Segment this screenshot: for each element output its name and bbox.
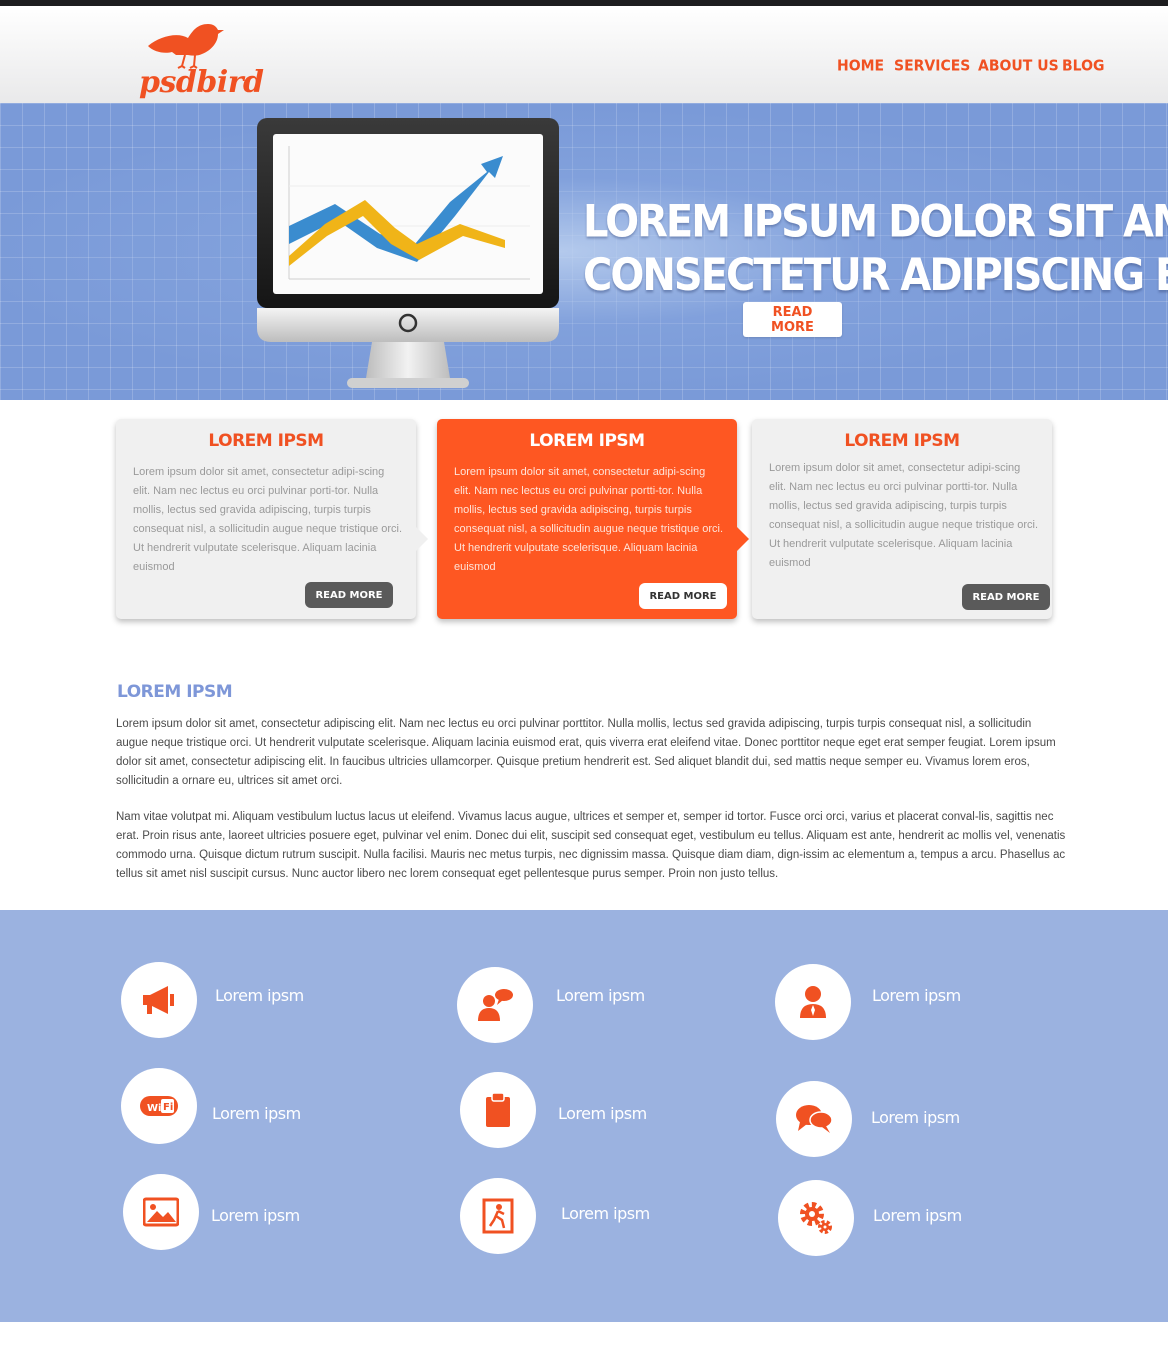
card-pointer bbox=[416, 527, 428, 551]
svg-text:Wi: Wi bbox=[147, 1103, 161, 1114]
nav-home[interactable]: HOME bbox=[837, 57, 884, 75]
feature-label: Lorem ipsm bbox=[212, 1104, 301, 1123]
feature-label: Lorem ipsm bbox=[872, 986, 961, 1005]
card-pointer bbox=[737, 527, 749, 551]
card-title: LOREM IPSM bbox=[844, 431, 960, 451]
wifi-icon: Wi Fi bbox=[121, 1068, 197, 1144]
gear-icon bbox=[778, 1180, 854, 1256]
monitor-chart-illustration bbox=[257, 118, 559, 388]
feature-card-2: LOREM IPSM Lorem ipsum dolor sit amet, c… bbox=[437, 419, 749, 619]
card-title: LOREM IPSM bbox=[208, 431, 324, 451]
hero-headline-line-2: CONSECTETUR ADIPISCING EL bbox=[583, 249, 1168, 302]
site-header: psdbird HOME SERVICES ABOUT US BLOG bbox=[0, 6, 1168, 104]
feature-label: Lorem ipsm bbox=[561, 1204, 650, 1223]
hero-read-more-button[interactable]: READ MORE bbox=[743, 302, 842, 337]
card-read-more-button[interactable]: READ MORE bbox=[639, 583, 727, 609]
about-paragraph-2: Nam vitae volutpat mi. Aliquam vestibulu… bbox=[116, 811, 1066, 880]
feature-label: Lorem ipsm bbox=[871, 1108, 960, 1127]
card-text: Lorem ipsum dolor sit amet, consectetur … bbox=[454, 466, 724, 573]
svg-text:Fi: Fi bbox=[163, 1102, 173, 1113]
features-section: Lorem ipsm Lorem ipsm Lorem ipsm Wi Fi L… bbox=[0, 910, 1168, 1322]
exit-icon bbox=[460, 1178, 536, 1254]
nav-services[interactable]: SERVICES bbox=[894, 57, 970, 75]
main-nav: HOME SERVICES ABOUT US BLOG bbox=[0, 57, 1168, 78]
hero-headline: LOREM IPSUM DOLOR SIT AME CONSECTETUR AD… bbox=[583, 195, 1168, 303]
card-text: Lorem ipsum dolor sit amet, consectetur … bbox=[133, 466, 403, 573]
card-text: Lorem ipsum dolor sit amet, consectetur … bbox=[769, 462, 1039, 569]
chat-bubbles-icon bbox=[776, 1081, 852, 1157]
feature-label: Lorem ipsm bbox=[211, 1206, 300, 1225]
feature-card-1: LOREM IPSM Lorem ipsum dolor sit amet, c… bbox=[116, 419, 428, 619]
about-paragraph-1: Lorem ipsum dolor sit amet, consectetur … bbox=[116, 718, 1056, 787]
feature-label: Lorem ipsm bbox=[556, 986, 645, 1005]
person-chat-icon bbox=[457, 967, 533, 1043]
card-title: LOREM IPSM bbox=[529, 431, 645, 451]
card-read-more-button[interactable]: READ MORE bbox=[305, 582, 393, 608]
clipboard-icon bbox=[460, 1072, 536, 1148]
nav-blog[interactable]: BLOG bbox=[1062, 57, 1105, 75]
megaphone-icon bbox=[121, 962, 197, 1038]
feature-card-3: LOREM IPSM Lorem ipsum dolor sit amet, c… bbox=[752, 419, 1052, 619]
footer-space bbox=[0, 1322, 1168, 1363]
card-read-more-button[interactable]: READ MORE bbox=[962, 584, 1050, 610]
hero-headline-line-1: LOREM IPSUM DOLOR SIT AME bbox=[583, 196, 1168, 248]
user-icon bbox=[775, 964, 851, 1040]
feature-label: Lorem ipsm bbox=[558, 1104, 647, 1123]
image-icon bbox=[123, 1174, 199, 1250]
feature-label: Lorem ipsm bbox=[873, 1206, 962, 1225]
feature-label: Lorem ipsm bbox=[215, 986, 304, 1005]
nav-about-us[interactable]: ABOUT US bbox=[978, 57, 1059, 75]
about-title: LOREM IPSM bbox=[117, 682, 233, 702]
